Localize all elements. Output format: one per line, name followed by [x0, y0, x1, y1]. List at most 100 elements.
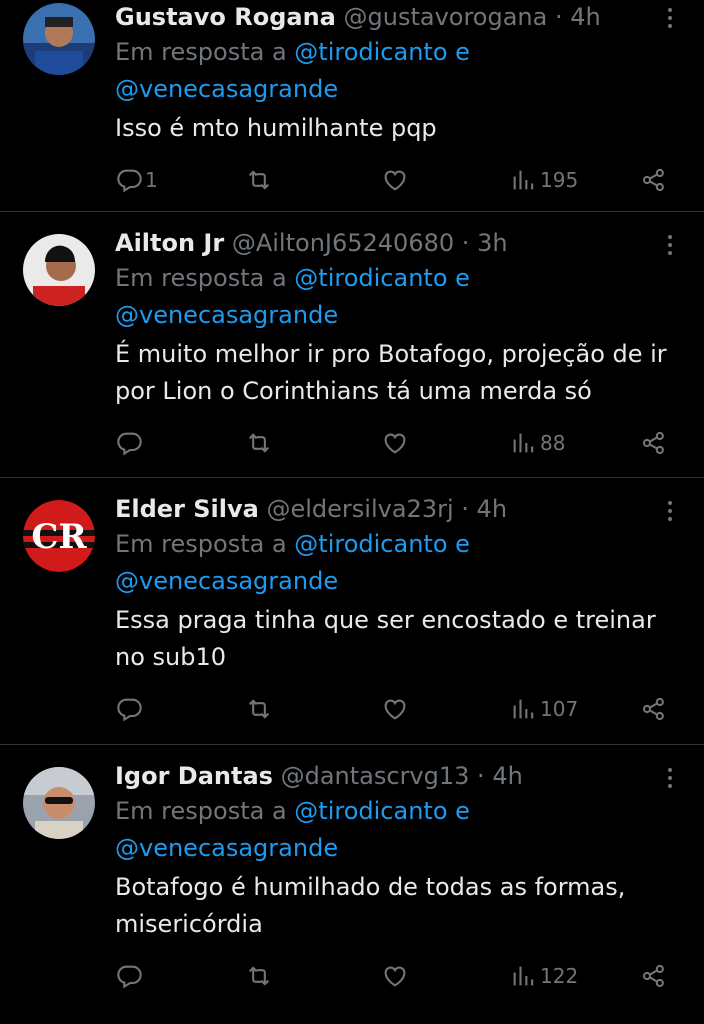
- reply-button[interactable]: [115, 958, 145, 994]
- mention-link[interactable]: @venecasagrande: [115, 71, 674, 108]
- reply-icon: [117, 432, 142, 456]
- retweet-icon: [248, 433, 270, 453]
- like-button[interactable]: [381, 425, 409, 461]
- svg-text:CR: CR: [31, 517, 87, 557]
- avatar[interactable]: [23, 3, 95, 75]
- avatar[interactable]: CR: [23, 500, 95, 572]
- share-icon: [642, 431, 664, 455]
- tweet[interactable]: Gustavo Rogana @gustavorogana · 4h Em re…: [0, 0, 704, 212]
- reply-button[interactable]: [115, 691, 145, 727]
- reply-prefix: Em resposta a: [115, 264, 287, 292]
- views-count: 107: [540, 697, 579, 721]
- tweet[interactable]: Ailton Jr @AiltonJ65240680 · 3h Em respo…: [0, 212, 704, 478]
- avatar[interactable]: [23, 767, 95, 839]
- tweet-text: É muito melhor ir pro Botafogo, projeção…: [115, 340, 667, 405]
- author-handle[interactable]: @dantascrvg13: [281, 762, 470, 790]
- reply-context: Em resposta a @tirodicanto e @venecasagr…: [115, 526, 674, 600]
- reply-prefix: Em resposta a: [115, 797, 287, 825]
- more-icon[interactable]: [660, 230, 680, 260]
- like-icon: [384, 699, 406, 720]
- reply-button[interactable]: 1: [115, 162, 158, 198]
- views-icon: [513, 699, 534, 719]
- reply-context: Em resposta a @tirodicanto e @venecasagr…: [115, 260, 674, 334]
- separator: ·: [477, 762, 485, 790]
- timestamp[interactable]: 4h: [477, 495, 507, 523]
- tweet-text: Essa praga tinha que ser encostado e tre…: [115, 606, 656, 671]
- tweet-header: Gustavo Rogana @gustavorogana · 4h: [115, 0, 674, 34]
- author-name[interactable]: Ailton Jr: [115, 229, 224, 257]
- retweet-icon: [248, 170, 270, 190]
- author-handle[interactable]: @eldersilva23rj: [267, 495, 454, 523]
- retweet-icon: [248, 699, 270, 719]
- reply-connector: e: [455, 797, 470, 825]
- retweet-button[interactable]: [245, 691, 273, 727]
- retweet-button[interactable]: [245, 425, 273, 461]
- mention-link[interactable]: @venecasagrande: [115, 830, 674, 867]
- mention-link[interactable]: @venecasagrande: [115, 297, 674, 334]
- views-button[interactable]: 107: [510, 691, 578, 727]
- reply-icon: [117, 965, 142, 989]
- tweet-header: Elder Silva @eldersilva23rj · 4h: [115, 492, 674, 526]
- mention-link[interactable]: @tirodicanto: [294, 38, 447, 66]
- timestamp[interactable]: 3h: [477, 229, 507, 257]
- views-button[interactable]: 88: [510, 425, 565, 461]
- share-button[interactable]: [640, 425, 668, 461]
- reply-prefix: Em resposta a: [115, 38, 287, 66]
- like-button[interactable]: [381, 958, 409, 994]
- share-icon: [642, 168, 664, 192]
- timestamp[interactable]: 4h: [570, 3, 600, 31]
- tweet-text: Isso é mto humilhante pqp: [115, 114, 437, 142]
- views-icon: [513, 170, 534, 190]
- views-button[interactable]: 122: [510, 958, 578, 994]
- tweet[interactable]: Igor Dantas @dantascrvg13 · 4h Em respos…: [0, 745, 704, 1024]
- more-icon[interactable]: [660, 496, 680, 526]
- mention-link[interactable]: @tirodicanto: [294, 264, 447, 292]
- tweet-header: Igor Dantas @dantascrvg13 · 4h: [115, 759, 674, 793]
- reply-connector: e: [455, 38, 470, 66]
- author-handle[interactable]: @gustavorogana: [344, 3, 548, 31]
- retweet-icon: [248, 966, 270, 986]
- share-button[interactable]: [640, 958, 668, 994]
- mention-link[interactable]: @venecasagrande: [115, 563, 674, 600]
- like-icon: [384, 170, 406, 191]
- separator: ·: [461, 229, 470, 257]
- reply-connector: e: [455, 530, 470, 558]
- reply-count: 1: [145, 168, 158, 192]
- share-button[interactable]: [640, 691, 668, 727]
- reply-icon: [117, 169, 142, 193]
- separator: ·: [461, 495, 469, 523]
- views-count: 88: [540, 431, 566, 455]
- tweet-header: Ailton Jr @AiltonJ65240680 · 3h: [115, 226, 674, 260]
- reply-button[interactable]: [115, 425, 145, 461]
- share-icon: [642, 697, 664, 721]
- separator: ·: [554, 3, 563, 31]
- like-icon: [384, 966, 406, 987]
- author-name[interactable]: Igor Dantas: [115, 762, 273, 790]
- like-button[interactable]: [381, 162, 409, 198]
- more-icon[interactable]: [660, 763, 680, 793]
- reply-icon: [117, 698, 142, 722]
- mention-link[interactable]: @tirodicanto: [294, 797, 447, 825]
- views-icon: [513, 966, 534, 986]
- retweet-button[interactable]: [245, 958, 273, 994]
- views-button[interactable]: 195: [510, 162, 578, 198]
- reply-prefix: Em resposta a: [115, 530, 287, 558]
- more-icon[interactable]: [660, 3, 680, 33]
- mention-link[interactable]: @tirodicanto: [294, 530, 447, 558]
- avatar[interactable]: [23, 234, 95, 306]
- retweet-button[interactable]: [245, 162, 273, 198]
- views-count: 122: [540, 964, 579, 988]
- author-name[interactable]: Gustavo Rogana: [115, 3, 336, 31]
- tweet-text: Botafogo é humilhado de todas as formas,…: [115, 873, 626, 938]
- author-handle[interactable]: @AiltonJ65240680: [232, 229, 454, 257]
- like-icon: [384, 433, 406, 454]
- reply-context: Em resposta a @tirodicanto e @venecasagr…: [115, 793, 674, 867]
- share-icon: [642, 964, 664, 988]
- share-button[interactable]: [640, 162, 668, 198]
- reply-context: Em resposta a @tirodicanto e @venecasagr…: [115, 34, 674, 108]
- tweet[interactable]: CR Elder Silva @eldersilva23rj · 4h Em r…: [0, 478, 704, 745]
- like-button[interactable]: [381, 691, 409, 727]
- timestamp[interactable]: 4h: [492, 762, 522, 790]
- author-name[interactable]: Elder Silva: [115, 495, 259, 523]
- views-count: 195: [540, 168, 579, 192]
